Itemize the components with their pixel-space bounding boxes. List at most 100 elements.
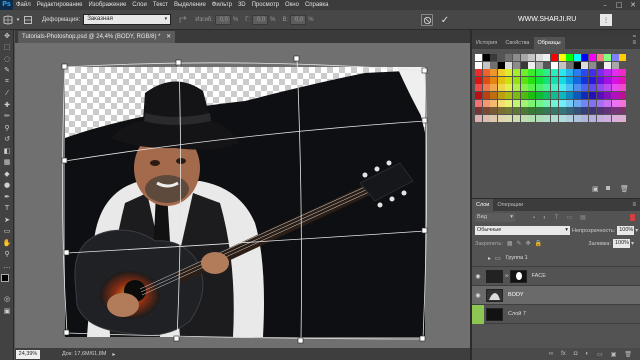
color-swatch[interactable] xyxy=(490,76,498,84)
quick-mask-icon[interactable]: ◎ xyxy=(0,294,14,306)
color-swatch[interactable] xyxy=(589,76,596,84)
layer-kind-select[interactable]: Вид ▾ xyxy=(475,213,515,222)
color-swatch[interactable] xyxy=(581,61,589,69)
color-swatch[interactable] xyxy=(551,84,558,92)
color-swatch[interactable] xyxy=(604,54,612,61)
color-swatch[interactable] xyxy=(551,69,558,77)
color-swatch[interactable] xyxy=(535,84,543,92)
layer-row-body[interactable]: ◉ BODY xyxy=(472,286,640,305)
color-swatch[interactable] xyxy=(596,107,604,115)
lock-all-icon[interactable]: 🔒 xyxy=(535,240,542,247)
screen-mode-icon[interactable]: ▣ xyxy=(0,305,14,317)
lock-pixels-icon[interactable]: ▦ xyxy=(507,240,513,247)
layer-row-group[interactable]: ▸ ▭ Группа 1 xyxy=(472,250,640,267)
brush-tool-icon[interactable]: ✏ xyxy=(0,111,14,123)
menu-select[interactable]: Выделение xyxy=(171,2,209,8)
color-swatch[interactable] xyxy=(573,61,581,69)
color-swatch[interactable] xyxy=(535,107,543,115)
color-swatch[interactable] xyxy=(558,92,566,99)
color-swatch[interactable] xyxy=(596,114,604,122)
color-swatch[interactable] xyxy=(543,54,551,61)
color-swatch[interactable] xyxy=(543,114,551,122)
workspace-icon[interactable]: ⋮ xyxy=(600,14,612,26)
tab-layers[interactable]: Слои xyxy=(472,199,494,211)
color-swatch[interactable] xyxy=(573,54,581,61)
color-swatch[interactable] xyxy=(596,76,604,84)
color-swatch[interactable] xyxy=(551,114,558,122)
color-swatch[interactable] xyxy=(505,69,513,77)
color-swatch[interactable] xyxy=(482,114,490,122)
warp-style-select[interactable]: Заказная ▾ xyxy=(83,14,172,25)
warp-orientation-icon[interactable] xyxy=(177,14,189,26)
h-distortion-input[interactable]: 0,0 xyxy=(252,14,269,25)
color-swatch[interactable] xyxy=(513,76,520,84)
color-swatch[interactable] xyxy=(490,92,498,99)
color-swatch[interactable] xyxy=(551,54,558,61)
tab-properties[interactable]: Свойства xyxy=(501,37,533,49)
color-swatch[interactable] xyxy=(566,69,574,77)
color-swatch[interactable] xyxy=(589,107,596,115)
new-swatch-icon[interactable]: ▣ xyxy=(592,185,599,193)
color-swatch[interactable] xyxy=(520,107,528,115)
color-swatch[interactable] xyxy=(475,61,482,69)
color-swatch[interactable] xyxy=(619,61,627,69)
color-swatch[interactable] xyxy=(535,114,543,122)
color-swatch[interactable] xyxy=(482,92,490,99)
color-swatch[interactable] xyxy=(528,69,536,77)
color-swatch[interactable] xyxy=(604,99,612,107)
chevron-down-icon[interactable]: ▾ xyxy=(631,240,634,247)
eye-icon[interactable]: ◉ xyxy=(472,273,484,280)
more-tools-icon[interactable]: … xyxy=(0,260,14,272)
color-swatch[interactable] xyxy=(513,84,520,92)
color-swatch[interactable] xyxy=(611,84,619,92)
color-swatch[interactable] xyxy=(619,92,627,99)
color-swatch[interactable] xyxy=(505,114,513,122)
blend-mode-select[interactable]: Обычные ▾ xyxy=(475,226,570,235)
color-swatch[interactable] xyxy=(543,92,551,99)
cancel-transform-icon[interactable] xyxy=(421,14,433,26)
color-swatch[interactable] xyxy=(619,69,627,77)
color-swatch[interactable] xyxy=(475,69,482,77)
color-swatch[interactable] xyxy=(535,69,543,77)
color-swatch[interactable] xyxy=(551,92,558,99)
color-swatch[interactable] xyxy=(611,92,619,99)
color-swatch[interactable] xyxy=(581,54,589,61)
tab-history[interactable]: История xyxy=(472,37,501,49)
color-swatch[interactable] xyxy=(543,76,551,84)
color-swatch[interactable] xyxy=(528,54,536,61)
color-swatch[interactable] xyxy=(513,61,520,69)
color-swatch[interactable] xyxy=(566,61,574,69)
color-swatch[interactable] xyxy=(619,107,627,115)
color-swatch[interactable] xyxy=(505,76,513,84)
clone-stamp-tool-icon[interactable]: ⚲ xyxy=(0,122,14,134)
color-swatch[interactable] xyxy=(520,61,528,69)
quick-select-tool-icon[interactable]: ✎ xyxy=(0,65,14,77)
color-swatch[interactable] xyxy=(535,54,543,61)
color-swatch[interactable] xyxy=(535,92,543,99)
color-swatch[interactable] xyxy=(535,99,543,107)
color-swatch[interactable] xyxy=(505,99,513,107)
menu-layers[interactable]: Слои xyxy=(129,2,150,8)
color-swatch[interactable] xyxy=(505,84,513,92)
color-swatch[interactable] xyxy=(596,54,604,61)
bend-input[interactable]: 0,0 xyxy=(214,14,231,25)
new-layer-icon[interactable]: ▣ xyxy=(611,351,617,358)
color-swatch[interactable] xyxy=(490,61,498,69)
minimize-icon[interactable]: – xyxy=(598,0,612,10)
document-tab[interactable]: Tutorials-Photoshop.psd @ 24,4% (BODY, R… xyxy=(18,31,176,43)
color-swatch[interactable] xyxy=(604,61,612,69)
color-swatch[interactable] xyxy=(497,84,505,92)
color-swatch[interactable] xyxy=(513,69,520,77)
color-swatch[interactable] xyxy=(581,92,589,99)
color-swatch[interactable] xyxy=(558,69,566,77)
color-swatch[interactable] xyxy=(490,99,498,107)
color-swatch[interactable] xyxy=(520,92,528,99)
color-swatch[interactable] xyxy=(475,107,482,115)
color-swatch[interactable] xyxy=(505,54,513,61)
color-swatch[interactable] xyxy=(543,69,551,77)
color-swatch[interactable] xyxy=(528,114,536,122)
eyedropper-tool-icon[interactable]: ⁄ xyxy=(0,88,14,100)
color-swatch[interactable] xyxy=(604,76,612,84)
color-swatch[interactable] xyxy=(589,61,596,69)
filter-shape-icon[interactable]: ▭ xyxy=(566,214,572,221)
